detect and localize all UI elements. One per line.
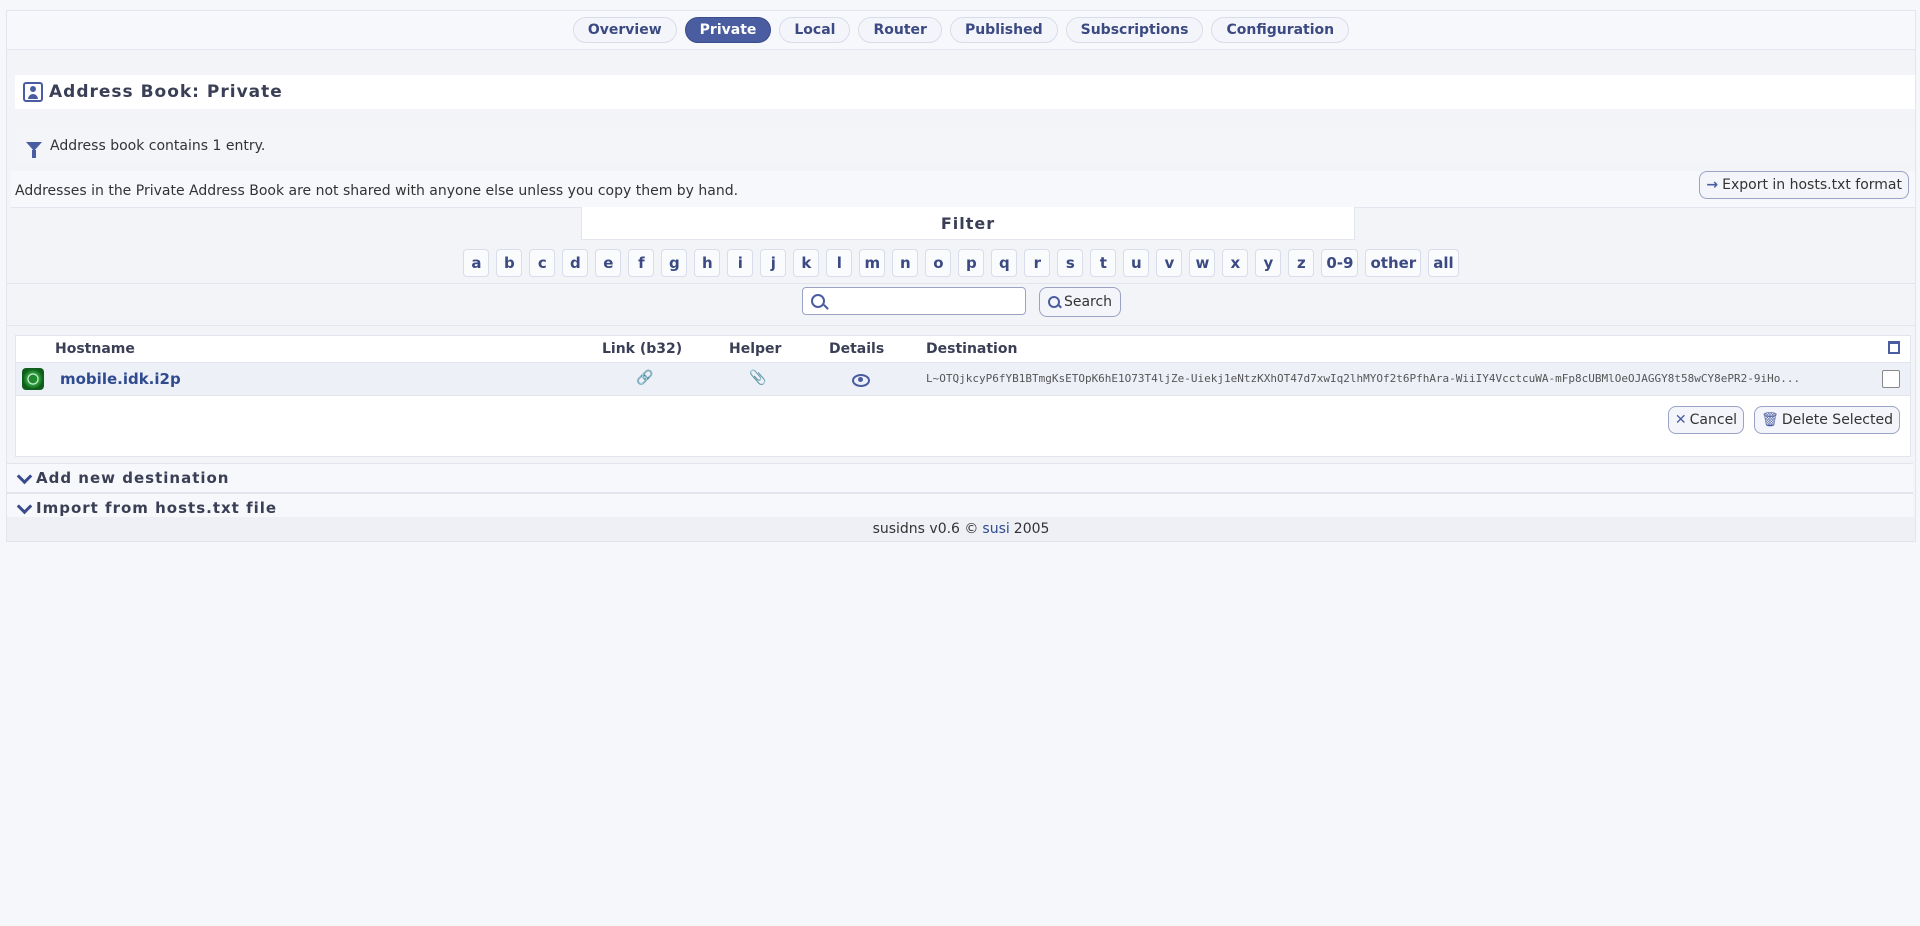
footer-year: 2005	[1013, 521, 1050, 537]
destination-text: L~OTQjkcyP6fYB1BTmgKsETOpK6hE1O73T4ljZe-…	[926, 372, 1801, 385]
tab-overview[interactable]: Overview	[572, 17, 677, 43]
table-row: mobile.idk.i2p 🔗 📎 L~OTQjkcyP6fYB1BTmgKs…	[16, 362, 1910, 396]
trash-icon: 🗑	[1761, 412, 1779, 428]
filter-icon	[26, 141, 42, 158]
private-notice: Addresses in the Private Address Book ar…	[11, 171, 1915, 208]
cancel-label: Cancel	[1689, 412, 1738, 428]
filter-letter-b[interactable]: b	[496, 249, 523, 277]
tab-subscriptions[interactable]: Subscriptions	[1065, 17, 1204, 43]
filter-letter-f[interactable]: f	[628, 249, 655, 277]
filter-letter-g[interactable]: g	[661, 249, 688, 277]
tab-router[interactable]: Router	[858, 17, 942, 43]
filter-letter-h[interactable]: h	[694, 249, 721, 277]
trash-icon	[1888, 341, 1900, 354]
filter-letter-j[interactable]: j	[760, 249, 787, 277]
search-button-label: Search	[1063, 294, 1113, 310]
filter-letter-w[interactable]: w	[1189, 249, 1216, 277]
filter-letter-l[interactable]: l	[826, 249, 853, 277]
filter-letter-x[interactable]: x	[1222, 249, 1249, 277]
letter-filter: a b c d e f g h i j k l m n o p q r s t u v w x y z 0-9 other all	[7, 249, 1915, 279]
top-nav: Overview Private Local Router Published …	[7, 11, 1915, 50]
eye-icon[interactable]	[852, 374, 870, 387]
cancel-button[interactable]: ✕ Cancel	[1667, 406, 1745, 434]
select-checkbox[interactable]	[1882, 370, 1900, 388]
filter-letter-t[interactable]: t	[1090, 249, 1117, 277]
delete-label: Delete Selected	[1781, 412, 1893, 428]
search-input[interactable]	[833, 292, 1023, 310]
add-destination-label: Add new destination	[36, 469, 230, 487]
arrow-right-icon: →	[1706, 177, 1719, 193]
filter-letter-d[interactable]: d	[562, 249, 589, 277]
page-title: Address Book: Private	[49, 82, 283, 102]
footer-prefix: susidns v0.6 ©	[872, 521, 979, 537]
filter-letter-o[interactable]: o	[925, 249, 952, 277]
search-icon	[811, 294, 825, 308]
tab-local[interactable]: Local	[779, 17, 851, 43]
filter-letter-q[interactable]: q	[991, 249, 1018, 277]
export-button[interactable]: → Export in hosts.txt format	[1699, 171, 1909, 199]
add-destination-toggle[interactable]: Add new destination	[7, 463, 1913, 493]
divider	[7, 283, 1915, 284]
entry-count-text: Address book contains 1 entry.	[50, 138, 266, 154]
address-table: Hostname Link (b32) Helper Details Desti…	[15, 335, 1911, 457]
import-hosts-label: Import from hosts.txt file	[36, 499, 278, 517]
link-icon[interactable]: 🔗	[636, 370, 653, 386]
filter-letter-e[interactable]: e	[595, 249, 622, 277]
table-actions: ✕ Cancel 🗑 Delete Selected	[1667, 406, 1900, 434]
footer-susi-link[interactable]: susi	[982, 521, 1009, 537]
search-icon	[1047, 296, 1060, 308]
col-hostname: Hostname	[55, 341, 135, 357]
host-avatar-icon	[22, 368, 44, 390]
chevron-down-icon	[16, 498, 33, 514]
tab-configuration[interactable]: Configuration	[1211, 17, 1350, 43]
filter-letter-n[interactable]: n	[892, 249, 919, 277]
filter-letter-y[interactable]: y	[1255, 249, 1282, 277]
tab-published[interactable]: Published	[949, 17, 1058, 43]
filter-letter-0-9[interactable]: 0-9	[1321, 249, 1359, 277]
footer: susidns v0.6 © susi 2005	[7, 517, 1915, 541]
page-header: Address Book: Private	[15, 75, 1915, 109]
filter-letter-s[interactable]: s	[1057, 249, 1084, 277]
filter-letter-p[interactable]: p	[958, 249, 985, 277]
chevron-down-icon	[16, 468, 33, 484]
address-book-icon	[23, 82, 43, 102]
filter-letter-v[interactable]: v	[1156, 249, 1183, 277]
filter-title: Filter	[581, 207, 1355, 240]
entry-count-bar: Address book contains 1 entry.	[15, 129, 1915, 163]
paperclip-icon[interactable]: 📎	[749, 370, 766, 386]
filter-letter-other[interactable]: other	[1365, 249, 1422, 277]
tab-private[interactable]: Private	[684, 17, 772, 43]
filter-letter-u[interactable]: u	[1123, 249, 1150, 277]
notice-text: Addresses in the Private Address Book ar…	[15, 183, 739, 199]
filter-letter-z[interactable]: z	[1288, 249, 1315, 277]
filter-letter-a[interactable]: a	[463, 249, 490, 277]
export-label: Export in hosts.txt format	[1722, 177, 1902, 193]
filter-letter-m[interactable]: m	[859, 249, 886, 277]
search-button[interactable]: Search	[1039, 287, 1121, 317]
close-icon: ✕	[1674, 412, 1687, 428]
col-link: Link (b32)	[602, 341, 683, 357]
filter-letter-c[interactable]: c	[529, 249, 556, 277]
filter-letter-r[interactable]: r	[1024, 249, 1051, 277]
search-field[interactable]	[802, 287, 1026, 315]
col-details: Details	[829, 341, 885, 357]
app-frame: Overview Private Local Router Published …	[6, 10, 1916, 542]
table-header: Hostname Link (b32) Helper Details Desti…	[16, 336, 1910, 362]
col-destination: Destination	[926, 341, 1018, 357]
delete-selected-button[interactable]: 🗑 Delete Selected	[1754, 406, 1900, 434]
filter-letter-all[interactable]: all	[1428, 249, 1459, 277]
hostname-link[interactable]: mobile.idk.i2p	[60, 370, 181, 388]
filter-letter-k[interactable]: k	[793, 249, 820, 277]
filter-letter-i[interactable]: i	[727, 249, 754, 277]
divider	[7, 325, 1915, 326]
col-helper: Helper	[729, 341, 782, 357]
